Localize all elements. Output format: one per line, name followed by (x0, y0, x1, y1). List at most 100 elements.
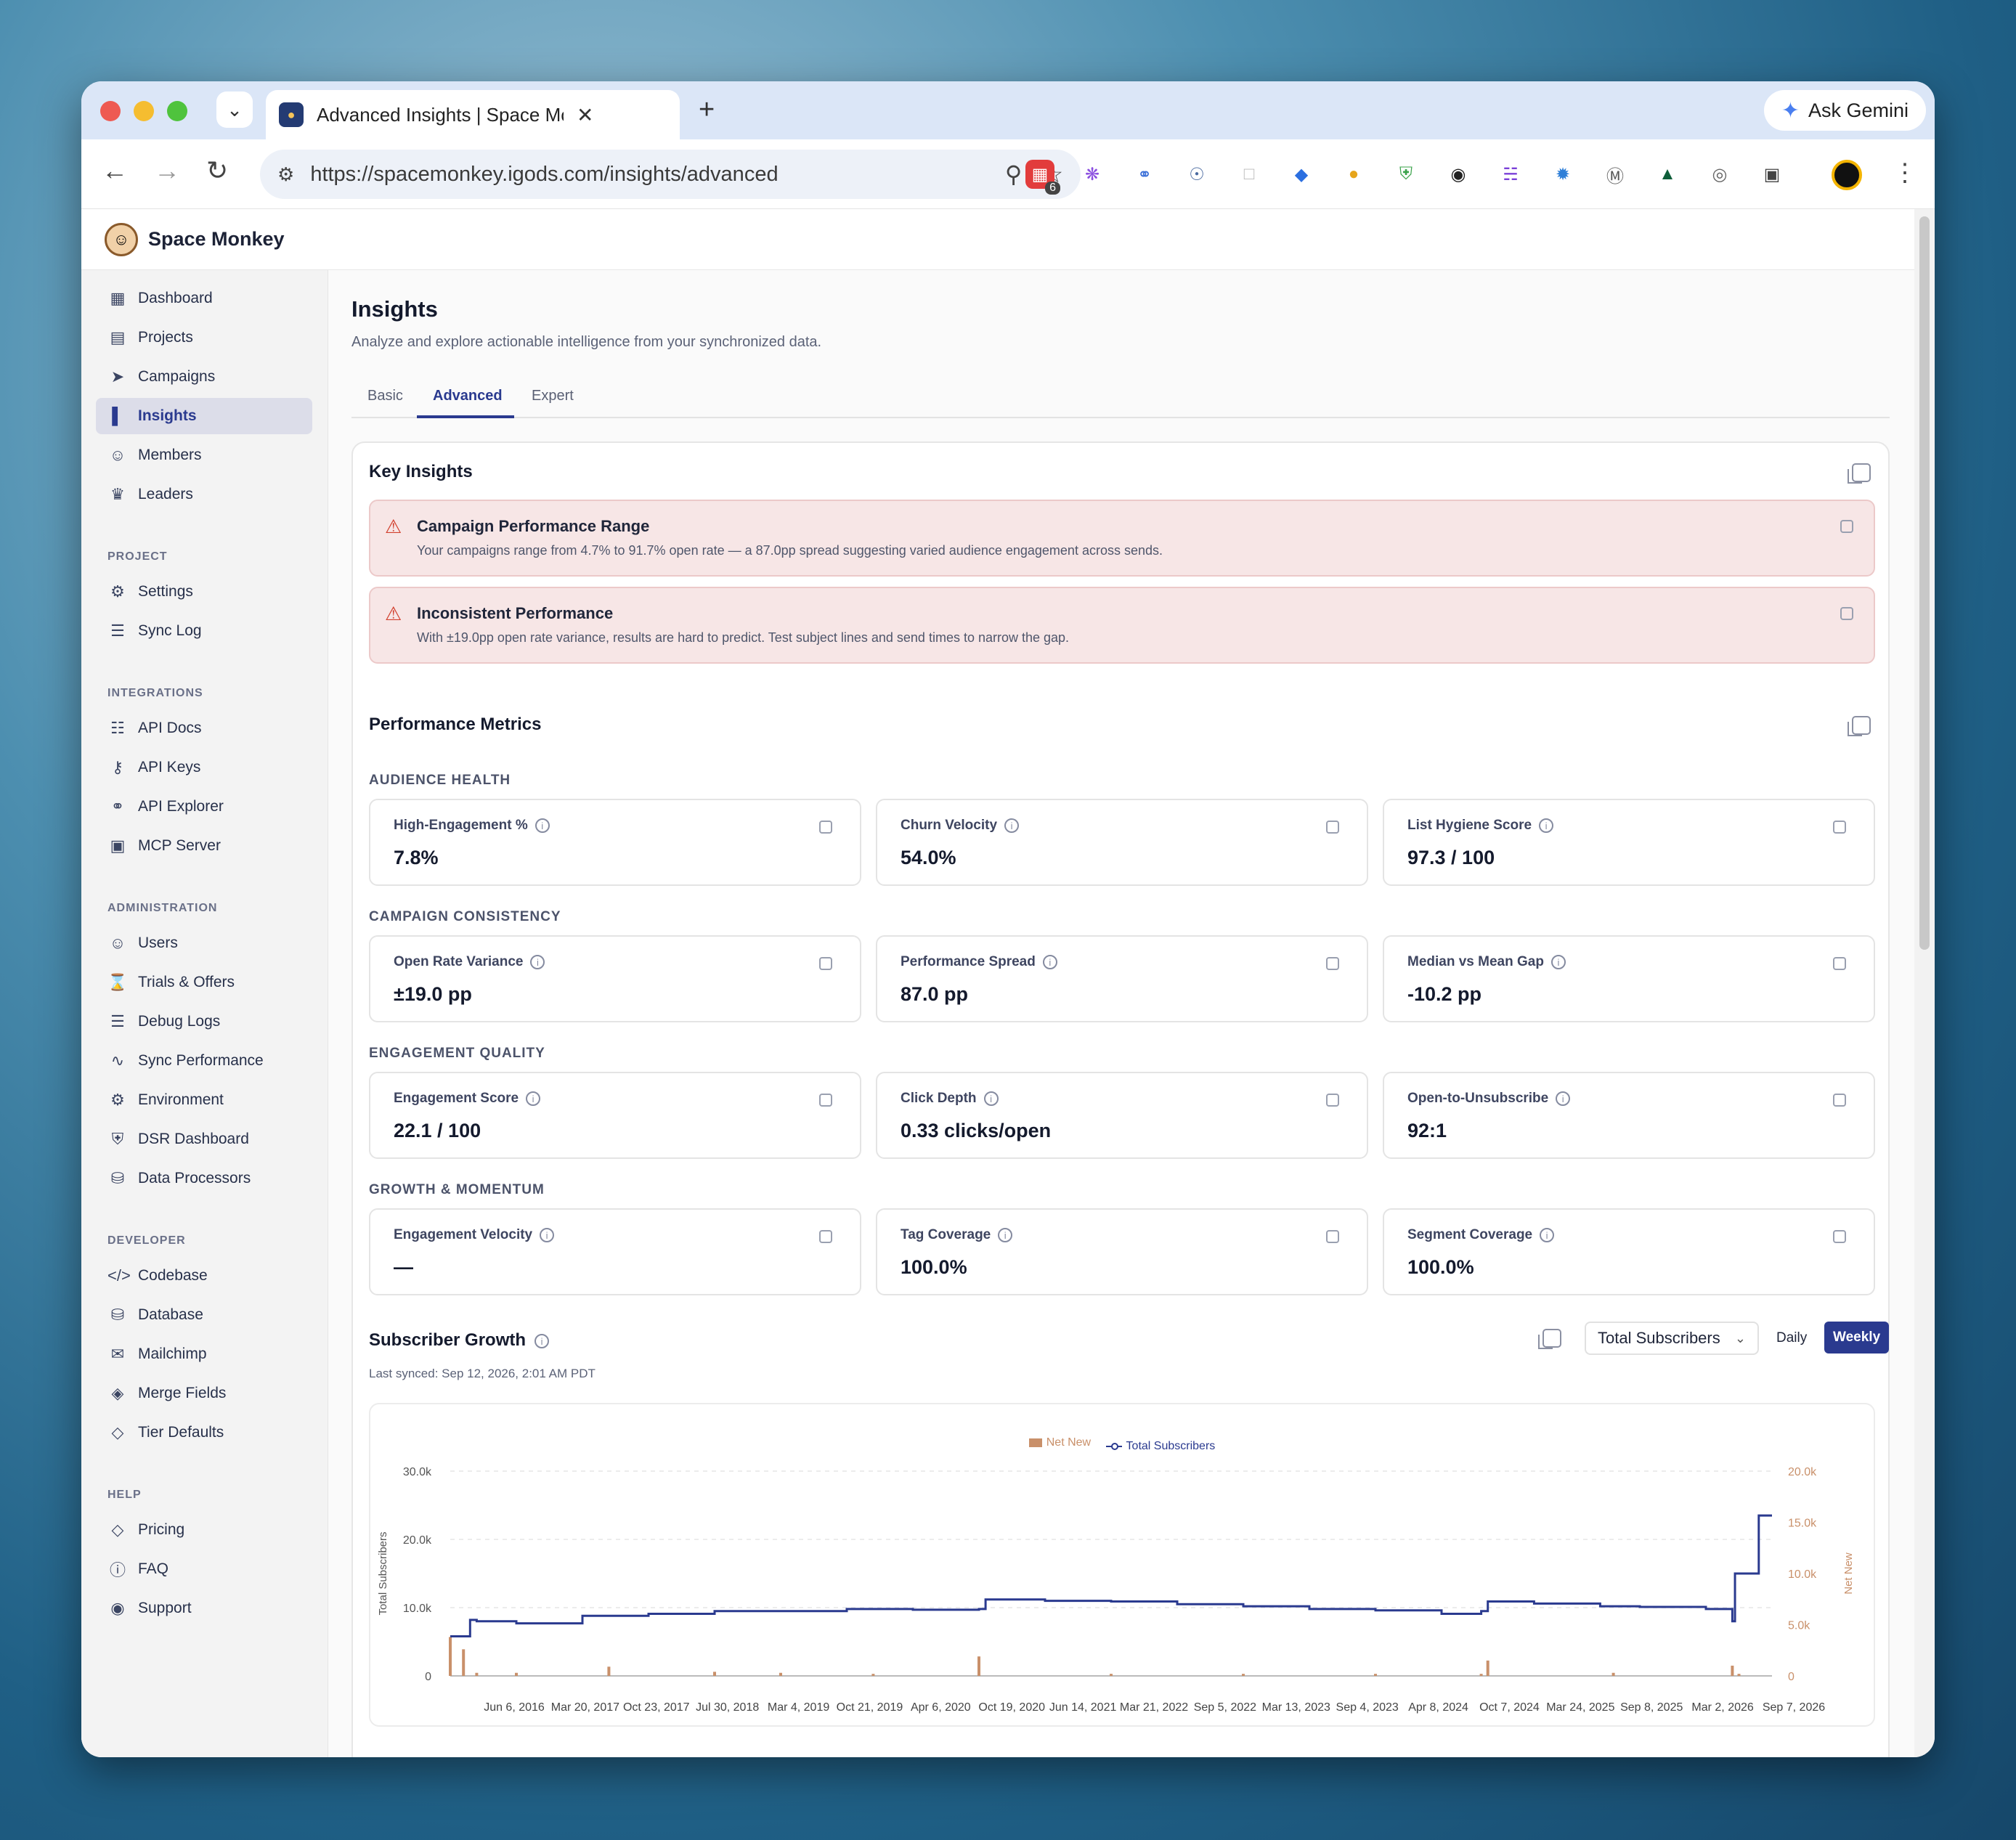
sidebar-item-insights[interactable]: ▌ Insights (96, 398, 312, 434)
tab-advanced[interactable]: Advanced (433, 388, 503, 404)
minimize-window-button[interactable] (134, 101, 154, 121)
browser-tab[interactable]: ● Advanced Insights | Space Mo ✕ (266, 90, 680, 139)
sidebar-item-tier-defaults[interactable]: ◇ Tier Defaults (96, 1414, 312, 1451)
sidebar-item-faq[interactable]: ⓘ FAQ (96, 1551, 312, 1587)
tab-basic[interactable]: Basic (367, 388, 403, 404)
close-window-button[interactable] (100, 101, 121, 121)
info-icon[interactable]: i (1550, 954, 1566, 969)
sidebar-item-members[interactable]: ☺ Members (96, 437, 312, 473)
new-tab-plus-icon[interactable]: + (699, 94, 715, 126)
profile-avatar[interactable] (1832, 160, 1862, 190)
copy-metric-icon[interactable] (819, 1094, 832, 1107)
sidebar-item-trials-offers[interactable]: ⌛ Trials & Offers (96, 964, 312, 1001)
copy-metric-icon[interactable] (819, 1230, 832, 1243)
page-scrollbar[interactable] (1914, 209, 1935, 1757)
link-extension-icon[interactable]: ⚭ (1130, 160, 1159, 189)
sidebar-item-users[interactable]: ☺ Users (96, 925, 312, 961)
info-icon[interactable]: i (1042, 954, 1057, 969)
info-icon[interactable]: i (1556, 1091, 1571, 1106)
sidebar-item-projects[interactable]: ▤ Projects (96, 319, 312, 356)
chart-extension-icon[interactable]: ▲ (1653, 160, 1682, 189)
tag-extension-icon[interactable]: ◆ (1287, 160, 1316, 189)
toggle-daily[interactable]: Daily (1769, 1326, 1814, 1351)
copy-key-insights-icon[interactable] (1848, 463, 1871, 484)
info-icon[interactable]: i (535, 1333, 550, 1348)
copy-metric-icon[interactable] (1326, 821, 1339, 834)
sidebar-item-dashboard[interactable]: ▦ Dashboard (96, 280, 312, 317)
maximize-window-button[interactable] (167, 101, 187, 121)
info-icon[interactable]: i (983, 1091, 999, 1106)
address-bar[interactable]: ⚙ https://spacemonkey.igods.com/insights… (260, 150, 1081, 199)
reload-icon[interactable]: ↻ (206, 155, 228, 186)
back-arrow-icon[interactable]: ← (102, 155, 128, 186)
document-extension-icon[interactable]: □ (1235, 160, 1264, 189)
sidebar-item-sync-performance[interactable]: ∿ Sync Performance (96, 1043, 312, 1079)
sidebar-item-api-docs[interactable]: ☷ API Docs (96, 710, 312, 746)
close-tab-icon[interactable]: ✕ (577, 103, 593, 127)
sidebar-item-pricing[interactable]: ◇ Pricing (96, 1512, 312, 1548)
circle-extension-icon[interactable]: ◎ (1705, 160, 1734, 189)
sidebar-item-mcp-server[interactable]: ▣ MCP Server (96, 828, 312, 864)
sidebar-item-database[interactable]: ⛁ Database (96, 1297, 312, 1333)
info-icon[interactable]: i (540, 1227, 555, 1242)
space-monkey-logo-icon[interactable]: ☺ (105, 222, 138, 256)
sidebar-section-help: HELP (107, 1489, 142, 1501)
brand-name[interactable]: Space Monkey (148, 228, 285, 251)
toggle-weekly[interactable]: Weekly (1824, 1322, 1890, 1353)
copy-metric-icon[interactable] (1833, 957, 1846, 970)
tab-expert[interactable]: Expert (532, 388, 574, 404)
wordpress-extension-icon[interactable]: Ⓜ (1601, 160, 1630, 189)
browser-menu-icon[interactable]: ⋮ (1893, 158, 1917, 187)
sidebar-item-api-keys[interactable]: ⚷ API Keys (96, 749, 312, 786)
sidebar-item-api-explorer[interactable]: ⚭ API Explorer (96, 789, 312, 825)
copy-metric-icon[interactable] (819, 957, 832, 970)
info-icon[interactable]: i (526, 1091, 541, 1106)
copy-alert-icon[interactable] (1840, 520, 1853, 533)
sidebar-item-merge-fields[interactable]: ◈ Merge Fields (96, 1375, 312, 1412)
sidebar-item-debug-logs[interactable]: ☰ Debug Logs (96, 1004, 312, 1040)
info-icon[interactable]: i (530, 954, 545, 969)
copy-metric-icon[interactable] (1833, 1230, 1846, 1243)
sidebar-item-mailchimp[interactable]: ✉ Mailchimp (96, 1336, 312, 1372)
sidebar-item-sync-log[interactable]: ☰ Sync Log (96, 613, 312, 649)
copy-metric-icon[interactable] (1326, 1094, 1339, 1107)
copy-metric-icon[interactable] (1326, 1230, 1339, 1243)
metric-select-dropdown[interactable]: Total Subscribers ⌄ (1585, 1322, 1759, 1355)
sidebar-item-dsr-dashboard[interactable]: ⛨ DSR Dashboard (96, 1121, 312, 1157)
sidebar-item-data-processors[interactable]: ⛁ Data Processors (96, 1160, 312, 1197)
copy-metric-icon[interactable] (819, 821, 832, 834)
sitemap-extension-icon[interactable]: ☵ (1496, 160, 1525, 189)
info-icon[interactable]: i (535, 818, 550, 833)
duck-extension-icon[interactable]: ● (1339, 160, 1368, 189)
calendar-extension-icon[interactable]: ▦ 6 (1025, 160, 1060, 195)
info-icon[interactable]: i (1540, 1227, 1555, 1242)
sidebar-item-leaders[interactable]: ♛ Leaders (96, 476, 312, 513)
forward-arrow-icon[interactable]: → (154, 155, 180, 186)
info-icon[interactable]: i (998, 1227, 1013, 1242)
site-settings-icon[interactable]: ⚙ (277, 163, 294, 186)
info-icon[interactable]: i (1004, 818, 1020, 833)
copy-metric-icon[interactable] (1833, 821, 1846, 834)
tab-search-chevron-icon[interactable]: ⌄ (216, 91, 253, 128)
copy-performance-metrics-icon[interactable] (1848, 716, 1871, 736)
sidebar-item-campaigns[interactable]: ➤ Campaigns (96, 359, 312, 395)
copy-alert-icon[interactable] (1840, 607, 1853, 620)
satellite-extension-icon[interactable]: ☉ (1182, 160, 1211, 189)
owl-extension-icon[interactable]: ◉ (1444, 160, 1473, 189)
sidebar-item-environment[interactable]: ⚙ Environment (96, 1082, 312, 1118)
zoom-icon[interactable]: ⚲ (1005, 160, 1022, 188)
bug-extension-icon[interactable]: ✹ (1548, 160, 1577, 189)
info-icon[interactable]: i (1539, 818, 1554, 833)
copy-metric-icon[interactable] (1326, 957, 1339, 970)
url-text[interactable]: https://spacemonkey.igods.com/insights/a… (310, 163, 985, 187)
copy-metric-icon[interactable] (1833, 1094, 1846, 1107)
puzzle-extensions-icon[interactable]: ▣ (1757, 160, 1787, 189)
ask-gemini-button[interactable]: ✦ Ask Gemini (1763, 90, 1926, 131)
copy-chart-icon[interactable] (1538, 1329, 1561, 1349)
gear-extension-icon[interactable]: ❋ (1078, 160, 1107, 189)
scrollbar-thumb[interactable] (1919, 216, 1930, 950)
sidebar-item-settings[interactable]: ⚙ Settings (96, 574, 312, 610)
sidebar-item-codebase[interactable]: </> Codebase (96, 1258, 312, 1294)
sidebar-item-support[interactable]: ◉ Support (96, 1590, 312, 1627)
shield-extension-icon[interactable]: ⛨ (1391, 160, 1420, 189)
